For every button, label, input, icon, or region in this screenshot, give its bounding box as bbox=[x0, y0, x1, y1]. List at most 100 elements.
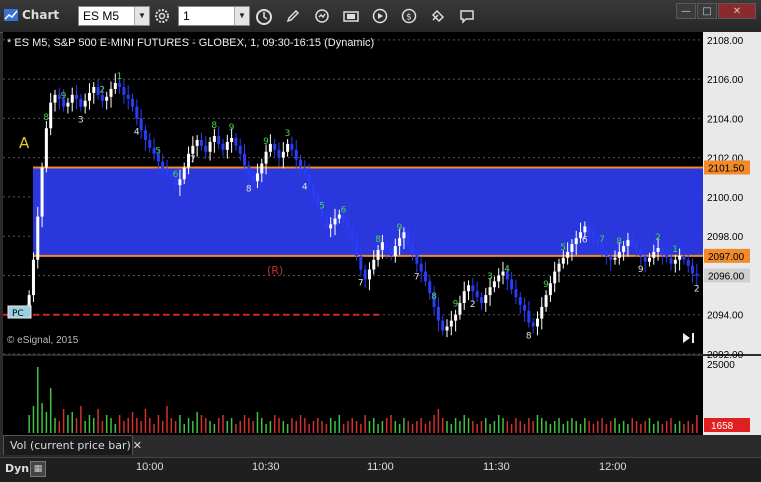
candle-body bbox=[212, 136, 216, 142]
symbol-dropdown-icon[interactable]: ▼ bbox=[134, 7, 149, 25]
candle-body bbox=[686, 259, 690, 266]
candle-body bbox=[622, 246, 626, 252]
candle-body bbox=[36, 216, 40, 260]
candle-body bbox=[492, 281, 496, 288]
candle-body bbox=[548, 283, 552, 296]
candle-body bbox=[591, 232, 595, 239]
candle-body bbox=[281, 151, 285, 158]
volume-tab[interactable]: Vol (current price bar) ✕ bbox=[3, 435, 142, 455]
td-count-label: 9 bbox=[229, 123, 235, 133]
candle-body bbox=[518, 297, 522, 305]
time-tick-label: 11:00 bbox=[367, 461, 394, 473]
candle-body bbox=[656, 247, 660, 252]
candle-body bbox=[376, 249, 380, 260]
lock-icon[interactable]: ▦ bbox=[30, 461, 46, 477]
candle-body bbox=[87, 92, 91, 101]
refresh-button[interactable] bbox=[311, 6, 333, 26]
td-count-label: 3 bbox=[285, 129, 291, 139]
interval-settings-button[interactable] bbox=[151, 6, 173, 26]
candle-body bbox=[367, 269, 371, 280]
candle-body bbox=[665, 253, 669, 258]
candle-body bbox=[475, 291, 479, 298]
dollar-button[interactable]: $ bbox=[398, 6, 420, 26]
price-chart[interactable]: 7893214567898934567897892348956789212 25… bbox=[3, 32, 761, 435]
comment-button[interactable] bbox=[456, 6, 478, 26]
candle-body bbox=[333, 218, 337, 225]
candle-body bbox=[208, 141, 212, 152]
link-button[interactable] bbox=[427, 6, 449, 26]
candle-body bbox=[217, 136, 221, 144]
close-volume-icon[interactable]: ✕ bbox=[133, 436, 142, 455]
candle-body bbox=[406, 232, 410, 245]
time-tick-label: 11:30 bbox=[483, 461, 510, 473]
candle-body bbox=[204, 145, 208, 152]
candle-body bbox=[553, 271, 557, 284]
candle-body bbox=[195, 139, 199, 146]
candle-body bbox=[497, 275, 501, 282]
play-button[interactable] bbox=[369, 6, 391, 26]
candle-body bbox=[238, 145, 242, 154]
candle-body bbox=[635, 244, 639, 250]
candle-body bbox=[66, 102, 70, 107]
maximize-button[interactable]: □ bbox=[697, 3, 717, 19]
clock-icon bbox=[256, 9, 272, 25]
td-count-label: 2 bbox=[694, 284, 700, 294]
candle-body bbox=[230, 138, 234, 142]
candle-body bbox=[260, 163, 264, 174]
candle-body bbox=[363, 269, 367, 280]
candle-body bbox=[398, 238, 402, 247]
candle-body bbox=[311, 185, 315, 195]
td-count-label: 9 bbox=[61, 92, 67, 102]
price-tick-label: 2094.00 bbox=[707, 311, 744, 322]
candle-body bbox=[165, 169, 169, 174]
draw-tool-button[interactable] bbox=[282, 6, 304, 26]
volume-last-badge: 1658 bbox=[711, 421, 734, 432]
td-count-label: 3 bbox=[78, 116, 84, 126]
chart-app-icon bbox=[4, 9, 18, 21]
td-count-label: 2 bbox=[655, 233, 661, 243]
volume-tab-label: Vol (current price bar) bbox=[10, 439, 131, 452]
candle-body bbox=[109, 88, 113, 97]
candle-body bbox=[678, 255, 682, 260]
clock-button[interactable] bbox=[253, 6, 275, 26]
candle-body bbox=[389, 247, 393, 256]
price-tick-label: 2104.00 bbox=[707, 114, 744, 125]
minimize-button[interactable]: — bbox=[676, 3, 696, 19]
candle-body bbox=[531, 322, 535, 327]
title-bar: Chart ES M5 ▼ 1 ▼ $ — □ ✕ bbox=[0, 0, 761, 33]
candle-body bbox=[199, 139, 203, 146]
td-count-label: 2 bbox=[99, 86, 105, 96]
symbol-input[interactable]: ES M5 ▼ bbox=[78, 6, 150, 26]
td-count-label: 7 bbox=[599, 235, 605, 245]
dyn-label[interactable]: Dyn bbox=[5, 462, 29, 475]
candle-body bbox=[105, 96, 109, 101]
candle-body bbox=[523, 304, 527, 311]
price-tick-label: 2106.00 bbox=[707, 75, 744, 86]
time-tick-label: 12:00 bbox=[599, 461, 627, 473]
candle-body bbox=[441, 320, 445, 331]
candle-body bbox=[264, 151, 268, 164]
candle-body bbox=[31, 259, 35, 296]
candle-body bbox=[75, 94, 79, 99]
candle-body bbox=[372, 259, 376, 270]
candle-body bbox=[436, 306, 440, 321]
candle-body bbox=[286, 143, 290, 152]
close-button[interactable]: ✕ bbox=[718, 3, 756, 19]
chart-header: * ES M5, S&P 500 E-MINI FUTURES - GLOBEX… bbox=[7, 37, 374, 49]
candle-body bbox=[652, 251, 656, 258]
candle-body bbox=[79, 98, 83, 107]
candle-body bbox=[561, 257, 565, 264]
candle-body bbox=[122, 86, 126, 95]
candle-body bbox=[247, 165, 251, 176]
candle-body bbox=[113, 83, 117, 89]
interval-input[interactable]: 1 ▼ bbox=[178, 6, 250, 26]
marker-r: (R) bbox=[267, 264, 283, 277]
candle-body bbox=[255, 173, 259, 182]
snapshot-button[interactable] bbox=[340, 6, 362, 26]
candle-body bbox=[393, 246, 397, 256]
candle-body bbox=[346, 220, 350, 229]
candle-body bbox=[139, 118, 143, 131]
interval-dropdown-icon[interactable]: ▼ bbox=[234, 7, 249, 25]
time-tick-label: 10:00 bbox=[136, 461, 164, 473]
candle-body bbox=[691, 265, 695, 274]
